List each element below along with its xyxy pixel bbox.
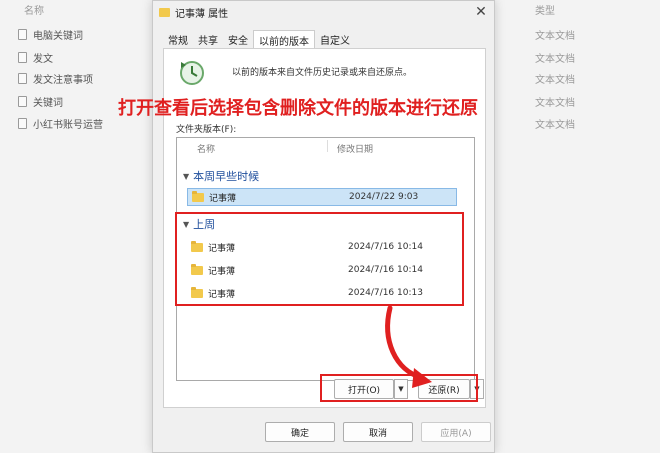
file-type: 文本文档 [535,97,575,109]
column-divider[interactable] [327,140,328,152]
versions-list-label: 文件夹版本(F): [176,125,237,135]
tab-bar: 常规 共享 安全 以前的版本 自定义 [163,30,484,48]
tab-general[interactable]: 常规 [163,30,193,48]
version-row[interactable]: 记事薄 2024/7/22 9:03 [187,188,457,206]
text-file-icon [18,51,27,63]
text-file-icon [18,117,27,129]
tab-previous-versions[interactable]: 以前的版本 [253,30,315,48]
apply-button[interactable]: 应用(A) [421,422,491,442]
cancel-button[interactable]: 取消 [343,422,413,442]
tab-customize[interactable]: 自定义 [315,30,355,48]
instruction-annotation: 打开查看后选择包含删除文件的版本进行还原 [118,98,478,119]
folder-icon [192,190,204,202]
text-file-icon [18,28,27,40]
file-type: 文本文档 [535,53,575,65]
column-header-name[interactable]: 名称 [24,2,44,17]
file-type: 文本文档 [535,74,575,86]
folder-icon [159,7,170,17]
file-item[interactable]: 发文注意事项 [18,68,93,88]
dialog-titlebar[interactable]: 记事薄 属性 [153,1,494,23]
column-header-modified[interactable]: 修改日期 [337,142,373,155]
close-icon: ✕ [475,4,487,20]
file-item[interactable]: 发文 [18,47,53,67]
restore-history-icon [180,61,204,85]
file-item[interactable]: 小红书账号运营 [18,113,103,133]
info-text: 以前的版本来自文件历史记录或来自还原点。 [232,68,413,78]
file-type: 文本文档 [535,119,575,131]
file-type: 文本文档 [535,30,575,42]
dialog-title: 记事薄 属性 [175,8,229,20]
group-header-this-week[interactable]: ▼ 本周早些时候 [183,168,259,184]
file-item[interactable]: 电脑关键词 [18,24,83,44]
close-button[interactable]: ✕ [473,4,489,20]
file-item[interactable]: 关键词 [18,91,63,111]
text-file-icon [18,95,27,107]
last-week-highlight-box [175,212,464,306]
column-header-type[interactable]: 类型 [535,2,555,17]
chevron-down-icon: ▼ [183,171,190,181]
column-header-name[interactable]: 名称 [197,142,215,155]
tab-security[interactable]: 安全 [223,30,253,48]
red-arrow-icon [385,305,432,388]
tab-sharing[interactable]: 共享 [193,30,223,48]
text-file-icon [18,72,27,84]
ok-button[interactable]: 确定 [265,422,335,442]
